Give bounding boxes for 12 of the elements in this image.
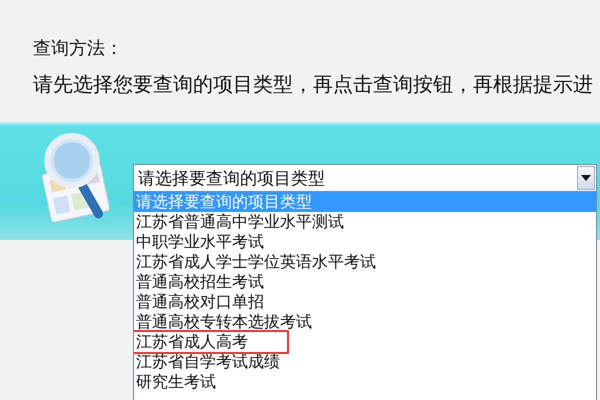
instruction-text: 请先选择您要查询的项目类型，再点击查询按钮，再根据提示进 <box>33 72 594 96</box>
dropdown-option[interactable]: 江苏省成人学士学位英语水平考试 <box>134 252 376 272</box>
dropdown-option[interactable]: 江苏省自学考试成绩 <box>134 352 280 372</box>
exam-type-select[interactable]: 请选择要查询的项目类型 <box>133 164 597 192</box>
dropdown-option[interactable]: 江苏省普通高中学业水平测试 <box>134 212 344 232</box>
section-heading: 查询方法： <box>33 38 124 60</box>
dropdown-option[interactable]: 中职学业水平考试 <box>134 232 264 252</box>
dropdown-option[interactable]: 普通高校对口单招 <box>134 292 264 312</box>
dropdown-option[interactable]: 普通高校招生考试 <box>134 272 264 292</box>
dropdown-option[interactable]: 普通高校专转本选拔考试 <box>134 312 312 332</box>
dropdown-option[interactable]: 研究生考试 <box>134 372 216 392</box>
dropdown-option[interactable]: 江苏省成人高考 <box>134 332 248 352</box>
